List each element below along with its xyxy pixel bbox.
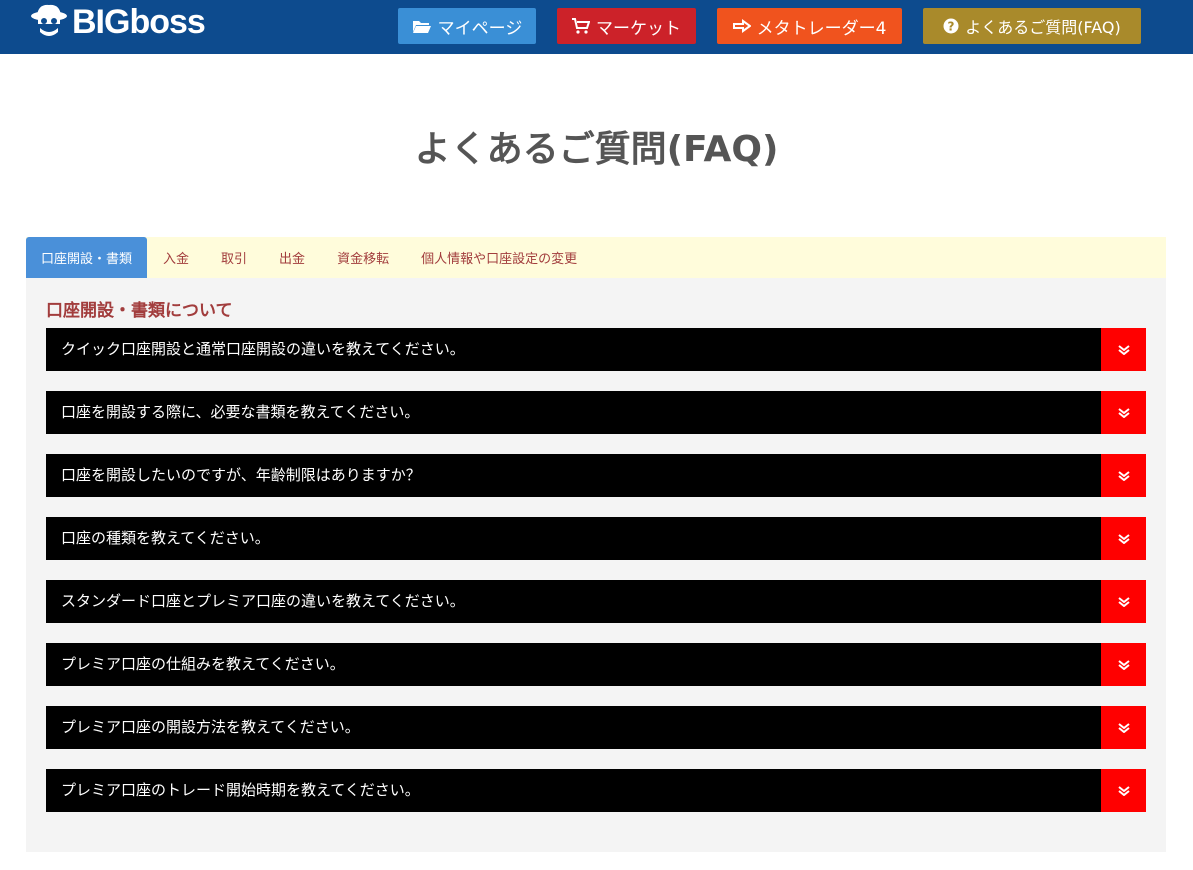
faq-item[interactable]: 口座を開設したいのですが、年齢制限はありますか？ (46, 454, 1146, 497)
chevron-double-down-icon[interactable] (1101, 328, 1146, 371)
chevron-double-down-icon[interactable] (1101, 580, 1146, 623)
logo-text: BIGboss (72, 2, 206, 41)
chevron-double-down-icon[interactable] (1101, 706, 1146, 749)
faq-question: プレミア口座のトレード開始時期を教えてください。 (61, 781, 420, 799)
faq-question: クイック口座開設と通常口座開設の違いを教えてください。 (61, 340, 465, 358)
logo-mascot-icon (28, 2, 70, 42)
tab-account-opening[interactable]: 口座開設・書類 (26, 237, 148, 278)
folder-open-icon (412, 21, 431, 33)
faq-item[interactable]: プレミア口座の仕組みを教えてください。 (46, 643, 1146, 686)
page-title: よくあるご質問(FAQ) (414, 129, 779, 170)
faq-question: 口座を開設する際に、必要な書類を教えてください。 (61, 403, 420, 421)
faq-panel: 口座開設・書類について クイック口座開設と通常口座開設の違いを教えてください。 … (26, 278, 1166, 852)
faq-question: プレミア口座の開設方法を教えてください。 (61, 718, 360, 736)
nav-market-button[interactable]: マーケット (557, 8, 696, 44)
faq-question: プレミア口座の仕組みを教えてください。 (61, 655, 345, 673)
faq-item[interactable]: プレミア口座のトレード開始時期を教えてください。 (46, 769, 1146, 812)
svg-text:?: ? (948, 20, 955, 34)
chevron-double-down-icon[interactable] (1101, 769, 1146, 812)
tab-personal-info[interactable]: 個人情報や口座設定の変更 (405, 237, 593, 278)
tab-trading[interactable]: 取引 (205, 237, 263, 278)
chevron-double-down-icon[interactable] (1101, 391, 1146, 434)
chevron-double-down-icon[interactable] (1101, 517, 1146, 560)
tab-deposit[interactable]: 入金 (147, 237, 205, 278)
faq-item[interactable]: プレミア口座の開設方法を教えてください。 (46, 706, 1146, 749)
faq-question: 口座を開設したいのですが、年齢制限はありますか？ (61, 466, 421, 484)
hand-point-icon (732, 19, 751, 33)
faq-item[interactable]: スタンダード口座とプレミア口座の違いを教えてください。 (46, 580, 1146, 623)
nav-label: マイページ (437, 18, 523, 39)
bigboss-logo[interactable]: BIGboss (28, 0, 206, 44)
chevron-double-down-icon[interactable] (1101, 454, 1146, 497)
nav-mypage-button[interactable]: マイページ (398, 8, 536, 44)
nav-metatrader4-button[interactable]: メタトレーダー4 (717, 8, 902, 44)
nav-label: メタトレーダー4 (756, 18, 887, 39)
faq-question: スタンダード口座とプレミア口座の違いを教えてください。 (61, 592, 465, 610)
faq-item[interactable]: 口座の種類を教えてください。 (46, 517, 1146, 560)
faq-question: 口座の種類を教えてください。 (61, 529, 270, 547)
nav-faq-button[interactable]: ? よくあるご質問(FAQ) (923, 8, 1141, 44)
shopping-cart-icon (572, 18, 590, 34)
question-circle-icon: ? (943, 18, 959, 34)
nav-label: マーケット (596, 18, 681, 39)
faq-item[interactable]: 口座を開設する際に、必要な書類を教えてください。 (46, 391, 1146, 434)
chevron-double-down-icon[interactable] (1101, 643, 1146, 686)
nav-label: よくあるご質問(FAQ) (965, 18, 1121, 37)
tab-withdrawal[interactable]: 出金 (263, 237, 321, 278)
section-title: 口座開設・書類について (46, 301, 233, 321)
faq-category-tabs: 口座開設・書類 入金 取引 出金 資金移転 個人情報や口座設定の変更 (26, 237, 1166, 278)
faq-item[interactable]: クイック口座開設と通常口座開設の違いを教えてください。 (46, 328, 1146, 371)
top-navbar: BIGboss マイページ マーケット メタトレーダー4 ? よくあるご質問(F… (0, 0, 1193, 54)
tab-fund-transfer[interactable]: 資金移転 (321, 237, 405, 278)
